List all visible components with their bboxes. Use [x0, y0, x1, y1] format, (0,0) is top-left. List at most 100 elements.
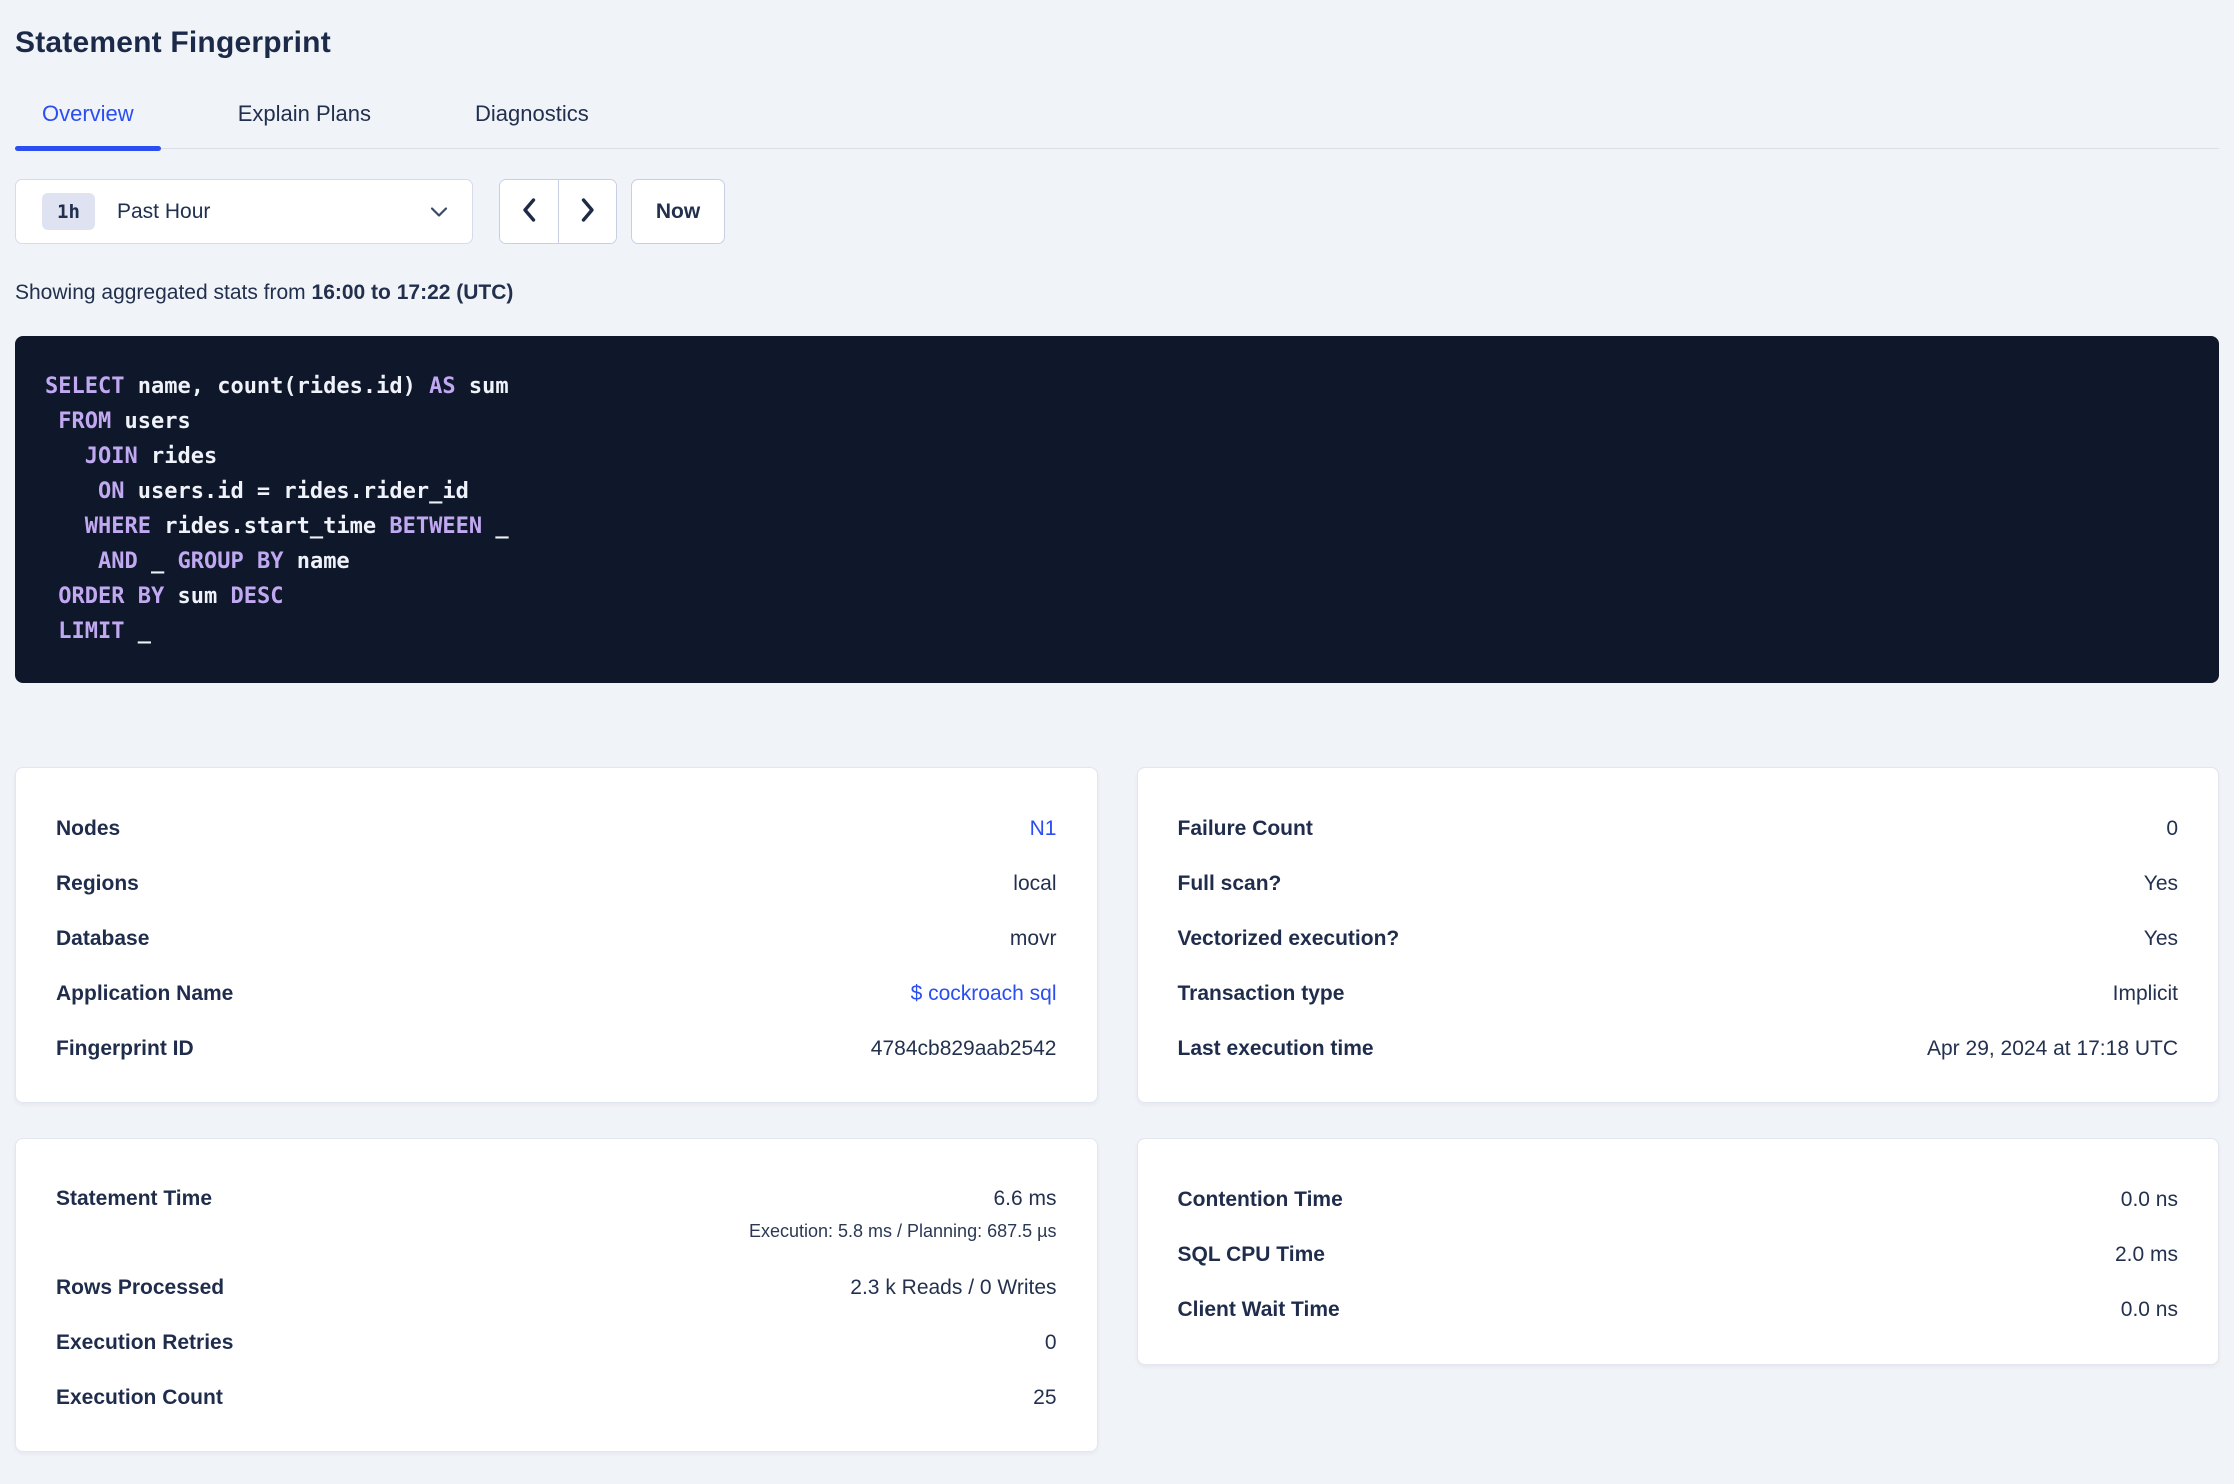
execution-attributes-card: Failure Count 0 Full scan? Yes Vectorize…: [1136, 767, 2219, 1103]
aggregated-stats-prefix: Showing aggregated stats from: [15, 281, 312, 304]
time-range-dropdown[interactable]: 1h Past Hour: [15, 179, 473, 244]
sql-token: DESC: [230, 584, 284, 609]
row-vectorized-execution: Vectorized execution? Yes: [1178, 911, 2179, 966]
full-scan-value: Yes: [2143, 871, 2178, 895]
row-execution-retries: Execution Retries 0: [56, 1315, 1057, 1370]
execution-count-label: Execution Count: [56, 1385, 223, 1409]
last-execution-time-label: Last execution time: [1177, 1036, 1374, 1060]
regions-label: Regions: [56, 871, 139, 895]
sql-token: BETWEEN: [389, 514, 483, 539]
time-controls: 1h Past Hour Now: [15, 179, 2219, 244]
row-last-execution-time: Last execution time Apr 29, 2024 at 17:1…: [1178, 1021, 2179, 1076]
last-execution-time-value: Apr 29, 2024 at 17:18 UTC: [1927, 1036, 2178, 1060]
timing-cards-row: Statement Time 6.6 ms Execution: 5.8 ms …: [15, 1138, 2219, 1452]
rows-processed-label: Rows Processed: [56, 1275, 225, 1299]
sql-line-1: SELECT name, count(rides.id) AS sum: [45, 369, 2189, 404]
vectorized-execution-value: Yes: [2143, 926, 2178, 950]
statement-fingerprint-page: Statement Fingerprint Overview Explain P…: [0, 26, 2234, 1452]
tab-overview-label: Overview: [42, 101, 134, 126]
sql-token: name, count(rides.id): [124, 374, 430, 399]
sql-line-2: FROM users: [45, 404, 2189, 439]
row-client-wait-time: Client Wait Time 0.0 ns: [1178, 1282, 2179, 1337]
statement-time-value: 6.6 ms: [993, 1187, 1057, 1210]
failure-count-label: Failure Count: [1177, 816, 1313, 840]
active-tab-underline: [15, 146, 161, 151]
chevron-left-icon: [521, 197, 537, 226]
nodes-link[interactable]: N1: [1030, 817, 1057, 840]
sql-token: rides: [137, 444, 218, 469]
tab-diagnostics[interactable]: Diagnostics: [448, 101, 616, 148]
row-regions: Regions local: [56, 856, 1057, 911]
execution-retries-value: 0: [1044, 1330, 1057, 1354]
time-window-stepper: [499, 179, 617, 244]
statement-details-card: Nodes N1 Regions local Database movr App…: [15, 767, 1098, 1103]
nodes-label: Nodes: [56, 816, 121, 840]
sql-token: FROM: [58, 409, 112, 434]
sql-token: _: [482, 514, 509, 539]
sql-token: _: [137, 549, 178, 574]
sql-token: sum: [164, 584, 231, 609]
tab-diagnostics-label: Diagnostics: [475, 101, 589, 126]
sql-line-8: LIMIT _: [45, 614, 2189, 649]
row-application-name: Application Name $ cockroach sql: [56, 966, 1057, 1021]
sql-token: users: [111, 409, 191, 434]
sql-token: users.id = rides.rider_id: [124, 479, 469, 504]
tab-explain-plans-label: Explain Plans: [237, 101, 371, 126]
sql-cpu-time-label: SQL CPU Time: [1177, 1242, 1325, 1266]
failure-count-value: 0: [2166, 816, 2178, 840]
sql-token: AND: [97, 549, 138, 574]
transaction-type-value: Implicit: [2112, 981, 2178, 1005]
tab-bar: Overview Explain Plans Diagnostics: [15, 101, 2219, 151]
sql-token: JOIN: [84, 444, 138, 469]
sql-line-4: ON users.id = rides.rider_id: [45, 474, 2189, 509]
sql-token: LIMIT: [58, 619, 125, 644]
database-label: Database: [56, 926, 150, 950]
sql-line-3: JOIN rides: [45, 439, 2189, 474]
chevron-down-icon: [430, 206, 448, 218]
previous-time-window-button[interactable]: [500, 180, 558, 243]
database-value: movr: [1009, 926, 1057, 950]
contention-time-value: 0.0 ns: [2120, 1187, 2178, 1211]
sql-token: name: [283, 549, 350, 574]
row-execution-count: Execution Count 25: [56, 1370, 1057, 1425]
page-title: Statement Fingerprint: [15, 26, 331, 59]
sql-token: WHERE: [84, 514, 151, 539]
regions-value: local: [1013, 871, 1057, 895]
sql-token: rides.start_time: [150, 514, 390, 539]
row-transaction-type: Transaction type Implicit: [1178, 966, 2179, 1021]
statement-time-label: Statement Time: [56, 1187, 212, 1210]
full-scan-label: Full scan?: [1177, 871, 1282, 895]
interval-badge: 1h: [42, 193, 95, 230]
next-time-window-button[interactable]: [558, 180, 616, 243]
contention-time-label: Contention Time: [1177, 1187, 1343, 1211]
statement-time-breakdown: Execution: 5.8 ms / Planning: 687.5 µs: [748, 1221, 1057, 1241]
sql-token: GROUP BY: [177, 549, 284, 574]
client-wait-time-label: Client Wait Time: [1177, 1297, 1340, 1321]
tab-overview[interactable]: Overview: [15, 101, 161, 151]
execution-count-value: 25: [1033, 1385, 1057, 1409]
application-name-link[interactable]: $ cockroach sql: [911, 982, 1057, 1005]
now-button[interactable]: Now: [631, 179, 725, 244]
time-range-selected-value: Past Hour: [117, 199, 211, 223]
sql-line-6: AND _ GROUP BY name: [45, 544, 2189, 579]
details-cards-row: Nodes N1 Regions local Database movr App…: [15, 767, 2219, 1103]
tab-explain-plans[interactable]: Explain Plans: [211, 101, 398, 148]
client-wait-time-value: 0.0 ns: [2120, 1297, 2178, 1321]
sql-cpu-time-value: 2.0 ms: [2114, 1242, 2178, 1266]
chevron-right-icon: [580, 197, 596, 226]
row-nodes: Nodes N1: [56, 801, 1057, 856]
row-fingerprint-id: Fingerprint ID 4784cb829aab2542: [56, 1021, 1057, 1076]
row-full-scan: Full scan? Yes: [1178, 856, 2179, 911]
row-failure-count: Failure Count 0: [1178, 801, 2179, 856]
rows-processed-value: 2.3 k Reads / 0 Writes: [850, 1275, 1057, 1299]
row-database: Database movr: [56, 911, 1057, 966]
sql-line-5: WHERE rides.start_time BETWEEN _: [45, 509, 2189, 544]
sql-statement-box: SELECT name, count(rides.id) AS sum FROM…: [15, 336, 2219, 683]
row-sql-cpu-time: SQL CPU Time 2.0 ms: [1178, 1227, 2179, 1282]
sql-token: sum: [455, 374, 509, 399]
